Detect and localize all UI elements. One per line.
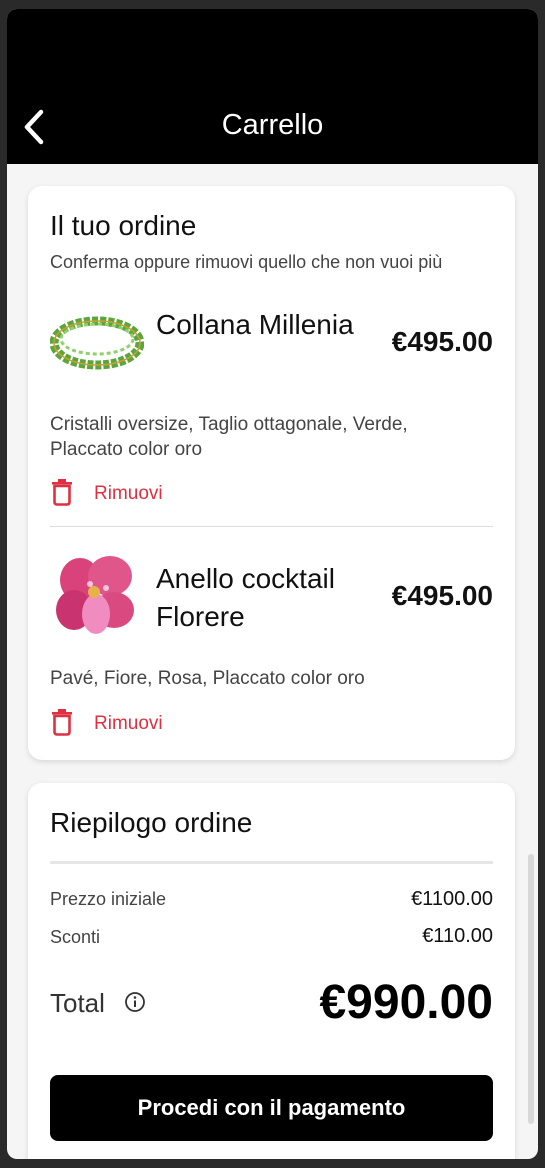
discount-value: €110.00 (422, 925, 493, 947)
remove-button[interactable]: Rimuovi (50, 478, 163, 510)
necklace-image (49, 296, 145, 390)
remove-label: Rimuovi (94, 713, 163, 734)
summary-divider (50, 861, 493, 864)
page-title: Carrello (221, 109, 324, 141)
scrollbar[interactable] (528, 854, 534, 1124)
remove-button[interactable]: Rimuovi (50, 708, 163, 740)
info-icon[interactable] (124, 991, 146, 1018)
item-price: €495.00 (391, 580, 493, 611)
order-heading: Il tuo ordine (50, 210, 197, 241)
item-divider (50, 526, 493, 527)
summary-card: Riepilogo ordine Prezzo iniziale €1100.0… (28, 783, 515, 1159)
total-value: €990.00 (319, 976, 493, 1029)
order-card: Il tuo ordine Conferma oppure rimuovi qu… (28, 186, 515, 760)
item-price: €495.00 (391, 326, 493, 357)
order-subtitle: Conferma oppure rimuovi quello che non v… (50, 252, 443, 272)
trash-icon (50, 708, 74, 741)
checkout-button[interactable]: Procedi con il pagamento (50, 1075, 493, 1141)
top-bar: Carrello (7, 9, 538, 164)
initial-price-label: Prezzo iniziale (50, 889, 167, 909)
item-description: Pavé, Fiore, Rosa, Placcato color oro (50, 668, 365, 689)
initial-price-value: €1100.00 (411, 888, 493, 910)
item-name: Anello cocktail Florere (156, 563, 335, 632)
trash-icon (50, 478, 74, 511)
phone-screen: Carrello Il tuo ordine Conferma oppure r… (7, 9, 538, 1159)
ring-image (50, 548, 144, 642)
item-name: Collana Millenia (156, 309, 354, 340)
summary-heading: Riepilogo ordine (50, 807, 253, 838)
total-label: Total (50, 988, 105, 1018)
remove-label: Rimuovi (94, 483, 163, 504)
discount-label: Sconti (50, 927, 101, 947)
cart-content[interactable]: Il tuo ordine Conferma oppure rimuovi qu… (7, 164, 538, 1159)
item-description: Cristalli oversize, Taglio ottagonale, V… (50, 414, 408, 460)
